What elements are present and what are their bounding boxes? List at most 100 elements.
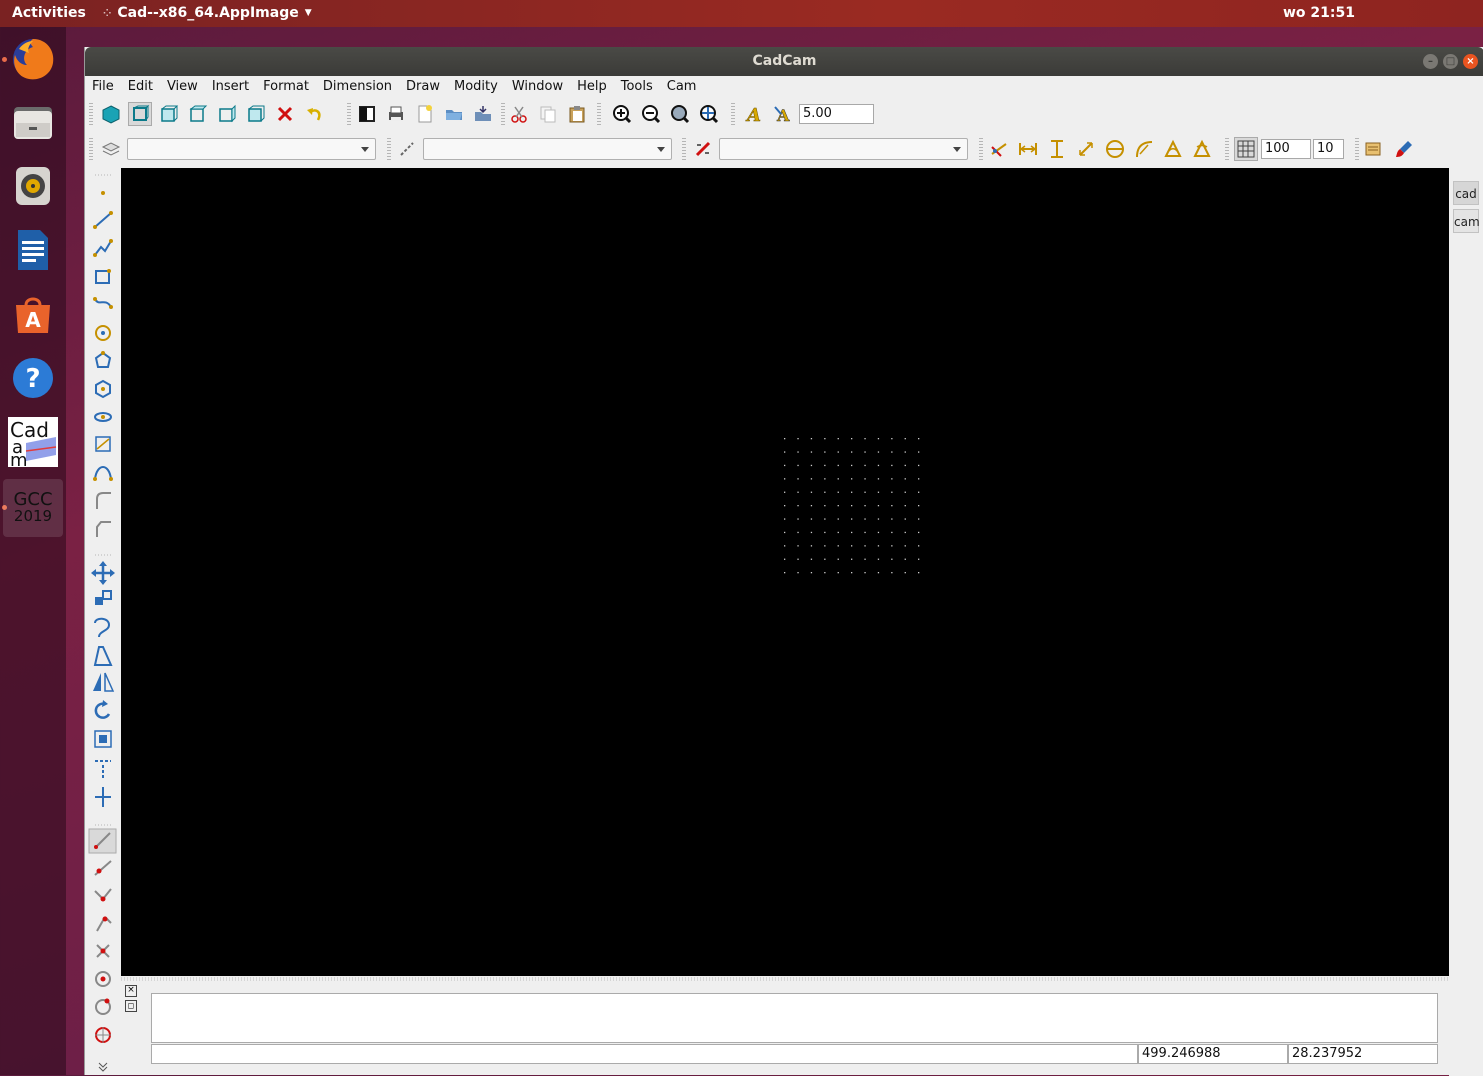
chevron-down-icon[interactable] [98, 1062, 108, 1072]
ellipse-tool-icon[interactable] [94, 412, 112, 422]
menu-window[interactable]: Window [505, 76, 570, 97]
rhythmbox-icon[interactable] [6, 159, 60, 213]
dim-leader-icon[interactable] [1190, 137, 1214, 161]
properties-icon[interactable] [1362, 137, 1386, 161]
print-icon[interactable] [384, 102, 408, 126]
grid-spacing-input[interactable]: 100 [1261, 139, 1311, 159]
extend-tool-icon[interactable] [95, 787, 111, 807]
menu-insert[interactable]: Insert [205, 76, 256, 97]
maximize-button[interactable]: □ [1443, 54, 1458, 69]
zoom-in-icon[interactable] [610, 102, 634, 126]
menu-modify[interactable]: Modity [447, 76, 505, 97]
menu-dimension[interactable]: Dimension [316, 76, 399, 97]
files-icon[interactable] [6, 95, 60, 149]
toolbar-grip[interactable] [1355, 138, 1359, 160]
spline-tool-icon[interactable] [93, 297, 113, 309]
offset-tool-icon[interactable] [94, 617, 111, 638]
save-icon[interactable] [471, 102, 495, 126]
view-side-icon[interactable] [186, 102, 210, 126]
scale-tool-icon[interactable] [94, 730, 112, 748]
rectangle-tool-icon[interactable] [95, 269, 111, 284]
text-height-icon[interactable]: A [771, 102, 795, 126]
tab-cad[interactable]: cad [1453, 181, 1479, 205]
gcc-2019-app[interactable]: GCC 2019 [3, 479, 63, 537]
software-center-icon[interactable]: A [6, 287, 60, 341]
toolbar-grip[interactable] [682, 138, 686, 160]
menu-format[interactable]: Format [256, 76, 316, 97]
toolbar-grip[interactable] [89, 138, 93, 160]
toolbar-grip[interactable] [387, 138, 391, 160]
dimension-style-icon[interactable] [987, 137, 1011, 161]
menu-tools[interactable]: Tools [614, 76, 660, 97]
close-panel-icon[interactable]: × [125, 985, 137, 997]
snap-intersection-icon[interactable] [96, 944, 110, 958]
circle-tool-icon[interactable] [95, 325, 111, 341]
menu-draw[interactable]: Draw [399, 76, 447, 97]
grid-subdivision-input[interactable]: 10 [1313, 139, 1344, 159]
minimize-button[interactable]: – [1423, 54, 1438, 69]
stretch-tool-icon[interactable] [93, 646, 113, 666]
toolbar-grip[interactable] [501, 103, 505, 125]
dim-vertical-icon[interactable] [1045, 137, 1069, 161]
linewidth-combo[interactable] [719, 138, 968, 160]
float-panel-icon[interactable]: ◻ [125, 1000, 137, 1012]
polyline-tool-icon[interactable] [93, 239, 113, 257]
paint-brush-icon[interactable] [1392, 137, 1416, 161]
toolbar-grip[interactable] [597, 103, 601, 125]
hexagon-tool-icon[interactable] [95, 379, 111, 399]
copy-tool-icon[interactable] [95, 590, 112, 605]
hatch-tool-icon[interactable] [95, 436, 111, 452]
mirror-tool-icon[interactable] [93, 672, 115, 692]
delete-icon[interactable] [273, 102, 297, 126]
window-titlebar[interactable]: CadCam – □ × [85, 47, 1483, 76]
trim-tool-icon[interactable] [95, 760, 111, 779]
view-front-icon[interactable] [157, 102, 181, 126]
app-menu[interactable]: ⁘ Cad--x86_64.AppImage ▼ [103, 5, 312, 21]
linetype-icon[interactable] [395, 137, 419, 161]
text-style-icon[interactable]: A [742, 102, 766, 126]
dim-diameter-icon[interactable] [1103, 137, 1127, 161]
clock[interactable]: wo 21:51 [1283, 5, 1355, 21]
arc-tool-icon[interactable] [93, 466, 113, 481]
zoom-fit-icon[interactable] [668, 102, 692, 126]
dim-radius-icon[interactable] [1132, 137, 1156, 161]
snap-midpoint-icon[interactable] [94, 888, 112, 902]
cut-icon[interactable] [507, 102, 531, 126]
layer-combo[interactable] [127, 138, 376, 160]
help-icon[interactable]: ? [6, 351, 60, 405]
paste-icon[interactable] [565, 102, 589, 126]
snap-circle-center-icon[interactable] [95, 971, 111, 987]
point-tool-icon[interactable] [101, 191, 105, 195]
toolbar-grip[interactable] [89, 103, 93, 125]
new-file-icon[interactable] [413, 102, 437, 126]
undo-icon[interactable] [302, 102, 326, 126]
menu-edit[interactable]: Edit [121, 76, 160, 97]
dim-angle-icon[interactable] [1161, 137, 1185, 161]
zoom-window-icon[interactable] [697, 102, 721, 126]
dim-linear-icon[interactable] [1016, 137, 1040, 161]
open-folder-icon[interactable] [442, 102, 466, 126]
grid-toggle-icon[interactable] [1234, 137, 1258, 161]
writer-icon[interactable] [6, 223, 60, 277]
drawing-canvas[interactable] [121, 168, 1449, 976]
linewidth-icon[interactable] [691, 137, 715, 161]
firefox-icon[interactable] [6, 32, 60, 86]
menu-help[interactable]: Help [570, 76, 614, 97]
new-document-icon[interactable] [355, 102, 379, 126]
view-3d-icon[interactable] [99, 102, 123, 126]
view-wireframe-icon[interactable] [244, 102, 268, 126]
view-iso-icon[interactable] [215, 102, 239, 126]
toolbar-grip[interactable] [347, 103, 351, 125]
close-button[interactable]: × [1463, 54, 1478, 69]
cadcam-app-icon[interactable]: Cad a m [6, 415, 60, 469]
snap-free-icon[interactable] [88, 828, 117, 854]
zoom-out-icon[interactable] [639, 102, 663, 126]
copy-icon[interactable] [536, 102, 560, 126]
dim-aligned-icon[interactable] [1074, 137, 1098, 161]
activities-button[interactable]: Activities [12, 5, 86, 21]
polygon-tool-icon[interactable] [94, 351, 112, 368]
menu-file[interactable]: File [85, 76, 121, 97]
snap-endpoint-icon[interactable] [94, 860, 112, 876]
snap-quadrant-icon[interactable] [95, 1027, 111, 1043]
rotate-tool-icon[interactable] [94, 700, 111, 719]
